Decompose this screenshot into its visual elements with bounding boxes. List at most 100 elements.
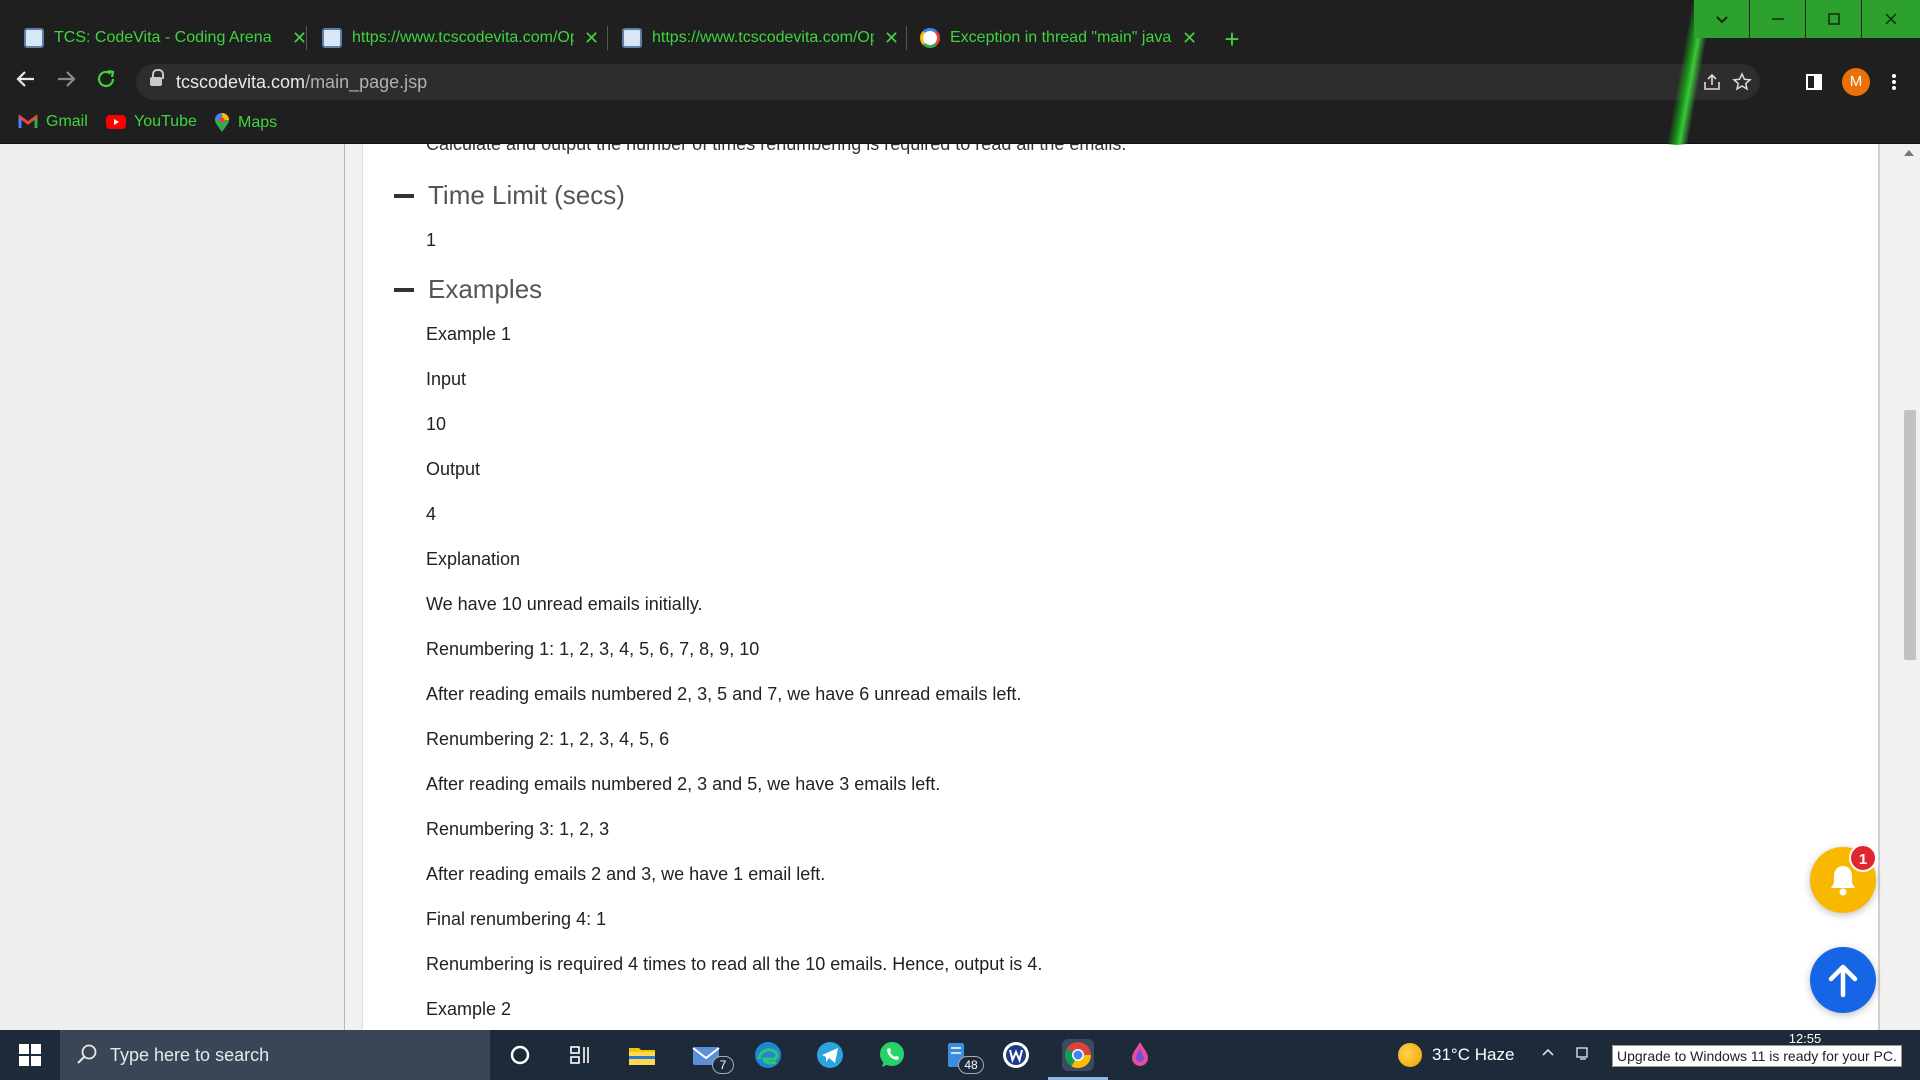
url-host: tcscodevita.com bbox=[176, 72, 306, 92]
bookmark-label: YouTube bbox=[134, 113, 197, 130]
taskbar-search-box[interactable]: Type here to search bbox=[60, 1030, 490, 1080]
example-line: 10 bbox=[426, 414, 447, 434]
browser-toolbar: tcscodevita.com/main_page.jsp M bbox=[0, 60, 1920, 104]
tab-codevita-3[interactable]: https://www.tcscodevita.com/Op ✕ bbox=[610, 20, 911, 56]
example-line: Example 1 bbox=[426, 324, 512, 344]
problem-statement-card bbox=[362, 144, 1880, 1030]
network-icon[interactable] bbox=[1574, 1044, 1592, 1067]
new-tab-button[interactable]: + bbox=[1218, 26, 1246, 54]
section-title: Examples bbox=[428, 274, 543, 304]
close-tab-icon[interactable]: ✕ bbox=[292, 28, 307, 49]
google-favicon-icon bbox=[920, 28, 940, 48]
paint-drop-app-icon[interactable] bbox=[1124, 1039, 1156, 1071]
reload-button[interactable] bbox=[92, 68, 120, 96]
example-line: After reading emails 2 and 3, we have 1 … bbox=[426, 864, 826, 884]
arrow-left-icon bbox=[16, 71, 34, 87]
weather-widget[interactable]: 31°C Haze bbox=[1398, 1030, 1514, 1080]
show-hidden-icons-chevron-icon[interactable] bbox=[1540, 1044, 1556, 1065]
files-count-badge: 48 bbox=[958, 1056, 984, 1074]
page-scrollbar[interactable] bbox=[1900, 144, 1920, 1030]
back-button[interactable] bbox=[12, 68, 40, 96]
page-viewport: Calculate and output the number of times… bbox=[0, 144, 1920, 1030]
codevita-favicon-icon bbox=[24, 28, 44, 48]
browser-menu-icon[interactable] bbox=[1880, 68, 1908, 96]
collapse-icon[interactable] bbox=[394, 193, 414, 198]
maximize-icon bbox=[1827, 13, 1840, 25]
example-line: Renumbering is required 4 times to read … bbox=[426, 954, 1043, 974]
example-line: Example 2 bbox=[426, 999, 512, 1019]
example-line: Input bbox=[426, 369, 467, 389]
search-icon bbox=[77, 1044, 97, 1064]
task-view-icon[interactable] bbox=[564, 1039, 596, 1071]
address-bar[interactable]: tcscodevita.com/main_page.jsp bbox=[136, 64, 1760, 100]
example-line: Output bbox=[426, 459, 481, 479]
start-button[interactable] bbox=[0, 1030, 60, 1080]
examples-section-header[interactable]: Examples bbox=[394, 274, 542, 305]
bookmark-youtube[interactable]: YouTube bbox=[106, 113, 197, 131]
file-explorer-icon[interactable] bbox=[626, 1039, 658, 1071]
bookmark-star-icon[interactable] bbox=[1728, 68, 1756, 96]
left-panel bbox=[0, 144, 345, 1030]
whatsapp-icon[interactable] bbox=[876, 1039, 908, 1071]
tab-codevita-2[interactable]: https://www.tcscodevita.com/Op ✕ bbox=[310, 20, 611, 56]
mail-count-badge: 7 bbox=[712, 1056, 734, 1074]
forward-button[interactable] bbox=[52, 68, 80, 96]
maps-icon bbox=[215, 113, 229, 132]
example-line: Renumbering 3: 1, 2, 3 bbox=[426, 819, 610, 839]
close-window-button[interactable] bbox=[1862, 0, 1920, 38]
hazy-sun-icon bbox=[1398, 1043, 1422, 1067]
tab-separator bbox=[607, 26, 608, 50]
gmail-icon bbox=[18, 114, 38, 128]
bookmark-label: Maps bbox=[238, 114, 278, 131]
time-limit-value: 1 bbox=[426, 230, 437, 250]
youtube-icon bbox=[106, 115, 126, 129]
scroll-to-top-button[interactable] bbox=[1810, 947, 1876, 1013]
clock-time: 12:55 bbox=[1788, 1031, 1822, 1046]
tab-exception-search[interactable]: Exception in thread "main" java.la ✕ bbox=[908, 20, 1209, 56]
example-line: Renumbering 2: 1, 2, 3, 4, 5, 6 bbox=[426, 729, 670, 749]
windows-logo-icon bbox=[19, 1044, 41, 1066]
tab-title: TCS: CodeVita - Coding Arena bbox=[54, 29, 272, 46]
bookmark-maps[interactable]: Maps bbox=[214, 113, 277, 133]
word-app-icon[interactable] bbox=[1000, 1039, 1032, 1071]
example-line: 4 bbox=[426, 504, 437, 524]
chevron-down-icon bbox=[1715, 16, 1728, 24]
close-icon bbox=[1885, 13, 1897, 25]
tab-search-button[interactable] bbox=[1694, 0, 1749, 38]
arrow-up-icon bbox=[1828, 964, 1858, 998]
bookmark-gmail[interactable]: Gmail bbox=[18, 113, 88, 131]
telegram-icon[interactable] bbox=[814, 1039, 846, 1071]
codevita-favicon-icon bbox=[322, 28, 342, 48]
cortana-icon[interactable] bbox=[504, 1039, 536, 1071]
weather-text: 31°C Haze bbox=[1432, 1045, 1515, 1064]
collapse-icon[interactable] bbox=[394, 287, 414, 292]
tab-separator bbox=[306, 26, 307, 50]
tab-codevita-arena[interactable]: TCS: CodeVita - Coding Arena ✕ bbox=[12, 20, 320, 56]
example-line: Explanation bbox=[426, 549, 521, 569]
maximize-button[interactable] bbox=[1806, 0, 1861, 38]
reload-icon bbox=[97, 69, 115, 88]
close-tab-icon[interactable]: ✕ bbox=[584, 28, 599, 49]
bookmarks-bar: Gmail YouTube Maps bbox=[0, 104, 1920, 144]
profile-avatar[interactable]: M bbox=[1842, 68, 1870, 96]
edge-browser-icon[interactable] bbox=[752, 1039, 784, 1071]
minimize-button[interactable] bbox=[1750, 0, 1805, 38]
url-path: /main_page.jsp bbox=[305, 72, 428, 92]
close-tab-icon[interactable]: ✕ bbox=[884, 28, 899, 49]
problem-statement-cut-line: Calculate and output the number of times… bbox=[426, 144, 1127, 154]
search-placeholder: Type here to search bbox=[110, 1045, 270, 1065]
url-text[interactable]: tcscodevita.com/main_page.jsp bbox=[176, 72, 427, 93]
time-limit-section-header[interactable]: Time Limit (secs) bbox=[394, 180, 625, 211]
notification-count-badge: 1 bbox=[1849, 844, 1877, 872]
scrollbar-thumb[interactable] bbox=[1904, 410, 1916, 660]
tab-separator bbox=[906, 26, 907, 50]
chrome-taskbar-icon[interactable] bbox=[1048, 1039, 1108, 1080]
side-panel-icon[interactable] bbox=[1800, 68, 1828, 96]
scroll-up-arrow-icon[interactable] bbox=[1904, 150, 1914, 156]
lock-icon[interactable] bbox=[150, 69, 164, 88]
example-line: After reading emails numbered 2, 3, 5 an… bbox=[426, 684, 1022, 704]
tab-title: https://www.tcscodevita.com/Op bbox=[352, 29, 574, 46]
windows-upgrade-tooltip[interactable]: Upgrade to Windows 11 is ready for your … bbox=[1612, 1045, 1902, 1067]
section-title: Time Limit (secs) bbox=[428, 180, 625, 210]
close-tab-icon[interactable]: ✕ bbox=[1182, 28, 1197, 49]
